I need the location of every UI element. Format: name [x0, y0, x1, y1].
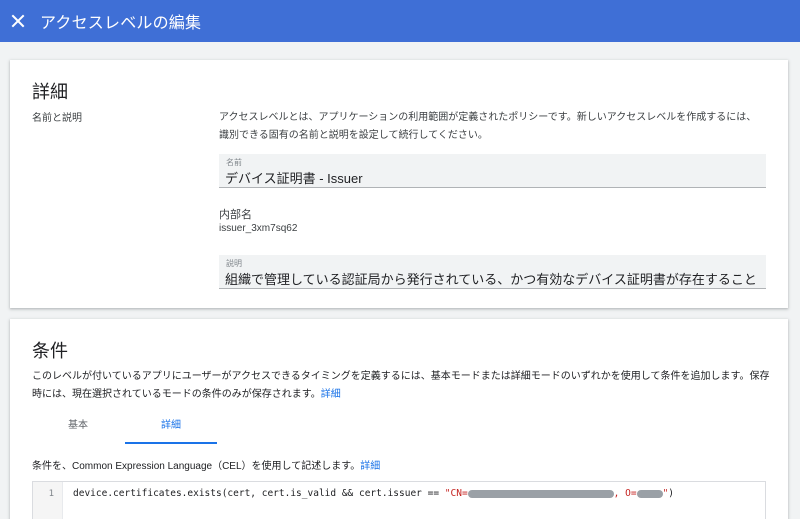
- redacted-o: [636, 489, 663, 498]
- tab-advanced[interactable]: 詳細: [125, 415, 217, 444]
- conditions-learn-more-link[interactable]: 詳細: [321, 389, 341, 400]
- code-line[interactable]: device.certificates.exists(cert, cert.is…: [73, 488, 674, 499]
- internal-name-label: 内部名: [219, 209, 252, 221]
- cel-note-text: 条件を、Common Expression Language（CEL）を使用して…: [32, 461, 361, 472]
- name-field-value[interactable]: デバイス証明書 - Issuer: [225, 168, 363, 187]
- code-suffix: ): [668, 488, 675, 499]
- internal-name-value: issuer_3xm7sq62: [219, 223, 298, 234]
- conditions-description-text: このレベルが付いているアプリにユーザーがアクセスできるタイミングを定義するには、…: [32, 371, 770, 400]
- description-field-value[interactable]: 組織で管理している認証局から発行されている、かつ有効なデバイス証明書が存在するこ…: [225, 269, 757, 288]
- conditions-heading: 条件: [32, 341, 68, 361]
- app-bar: アクセスレベルの編集: [0, 0, 800, 42]
- editor-gutter: 1: [33, 482, 63, 519]
- description-field[interactable]: 説明 組織で管理している認証局から発行されている、かつ有効なデバイス証明書が存在…: [219, 255, 766, 289]
- cel-note: 条件を、Common Expression Language（CEL）を使用して…: [32, 457, 380, 472]
- code-prefix: device.certificates.exists(cert, cert.is…: [73, 488, 445, 499]
- mode-tabs: 基本 詳細: [32, 415, 332, 444]
- code-string-cn: "CN=: [444, 488, 468, 499]
- details-description: アクセスレベルとは、アプリケーションの利用範囲が定義されたポリシーです。新しいア…: [219, 112, 757, 141]
- line-number: 1: [48, 489, 54, 499]
- name-and-description-label: 名前と説明: [32, 113, 82, 124]
- name-field[interactable]: 名前 デバイス証明書 - Issuer: [219, 154, 766, 188]
- tab-basic[interactable]: 基本: [32, 415, 124, 444]
- code-string-o: , O=: [613, 488, 637, 499]
- close-button[interactable]: [2, 4, 34, 38]
- conditions-card: 条件 このレベルが付いているアプリにユーザーがアクセスできるタイミングを定義する…: [10, 319, 788, 519]
- close-icon: [11, 14, 25, 28]
- details-card: 詳細 名前と説明 アクセスレベルとは、アプリケーションの利用範囲が定義されたポリ…: [10, 60, 788, 308]
- name-field-label: 名前: [226, 158, 242, 167]
- page-title: アクセスレベルの編集: [40, 15, 202, 32]
- description-field-label: 説明: [226, 259, 242, 268]
- details-heading: 詳細: [32, 82, 68, 102]
- redacted-cn: [467, 489, 614, 498]
- cel-learn-more-link[interactable]: 詳細: [360, 461, 380, 472]
- conditions-description: このレベルが付いているアプリにユーザーがアクセスできるタイミングを定義するには、…: [32, 368, 772, 404]
- cel-code-editor[interactable]: 1 device.certificates.exists(cert, cert.…: [32, 481, 766, 519]
